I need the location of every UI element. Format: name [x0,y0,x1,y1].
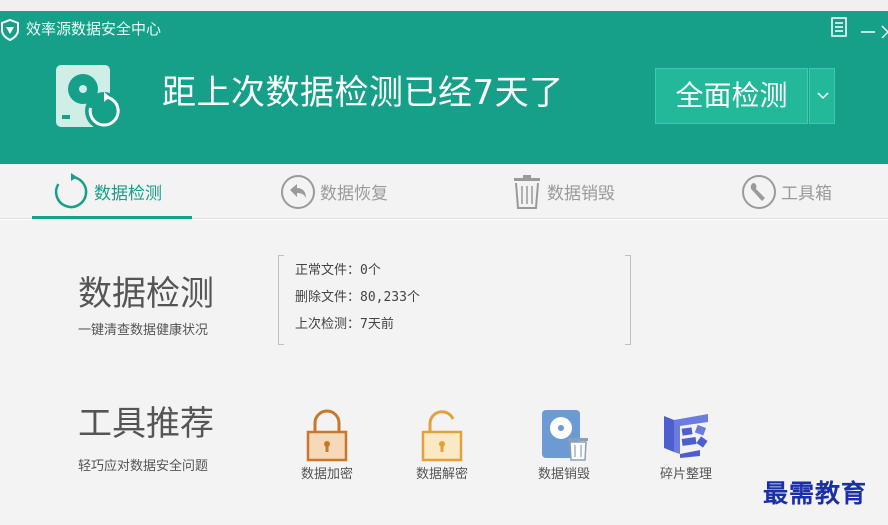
watermark-text: 最需教育 [763,479,868,508]
lock-open-icon [421,410,463,462]
minimize-icon[interactable] [858,16,878,38]
tab-bar: 数据检测 数据恢复 数据销毁 工具箱 [0,164,888,219]
full-scan-button[interactable]: 全面检测 [655,68,808,124]
detect-section-subtitle: 一键清查数据健康状况 [78,323,209,338]
tool-data-decrypt[interactable]: 数据解密 [402,408,482,484]
header-banner: 效率源数据安全中心 距上次数据检测已经7天了 全面检测 [0,11,888,164]
shield-logo-icon [0,18,20,42]
active-tab-underline [32,216,192,219]
tab-label: 数据检测 [94,184,162,204]
bracket-right [625,255,631,345]
stat-deleted-files: 删除文件：80,233个 [295,290,420,305]
chevron-down-icon [817,92,829,100]
tool-data-destroy[interactable]: 数据销毁 [524,408,604,484]
tab-data-recovery[interactable]: 数据恢复 [280,164,388,219]
disk-trash-icon [542,410,588,461]
defrag-icon [664,414,708,458]
refresh-icon [54,172,88,208]
hard-disk-scan-icon [54,63,126,133]
tool-label: 数据销毁 [537,467,590,482]
back-arrow-icon [281,174,315,209]
app-title: 效率源数据安全中心 [26,20,162,38]
tab-data-detect[interactable]: 数据检测 [52,164,162,219]
stats-box: 正常文件：0个 删除文件：80,233个 上次检测：7天前 [278,255,631,345]
tab-toolbox[interactable]: 工具箱 [741,164,832,219]
bracket-left [278,255,284,345]
tool-defrag[interactable]: 碎片整理 [646,408,726,484]
tool-label: 数据加密 [300,467,353,482]
main-panel: 数据检测 一键清查数据健康状况 正常文件：0个 删除文件：80,233个 上次检… [0,220,888,525]
tools-section-title: 工具推荐 [78,404,214,444]
close-icon[interactable] [880,16,888,38]
stat-normal-files: 正常文件：0个 [295,263,381,278]
tab-label: 数据销毁 [547,184,615,204]
wrench-icon [742,174,776,209]
menu-icon[interactable] [829,16,849,38]
lock-closed-icon [306,409,348,462]
tool-label: 碎片整理 [659,467,712,482]
detect-section-title: 数据检测 [78,274,214,314]
trash-icon [514,174,540,209]
tab-label: 工具箱 [781,184,832,204]
window-top-strip [0,0,888,11]
tool-data-encrypt[interactable]: 数据加密 [287,408,367,484]
tab-data-destroy[interactable]: 数据销毁 [511,164,615,219]
tools-section-subtitle: 轻巧应对数据安全问题 [78,459,209,474]
stat-last-scan: 上次检测：7天前 [295,317,394,332]
tab-label: 数据恢复 [320,184,388,204]
scan-options-dropdown[interactable] [809,68,835,124]
headline: 距上次数据检测已经7天了 [162,73,564,113]
tool-label: 数据解密 [415,467,468,482]
